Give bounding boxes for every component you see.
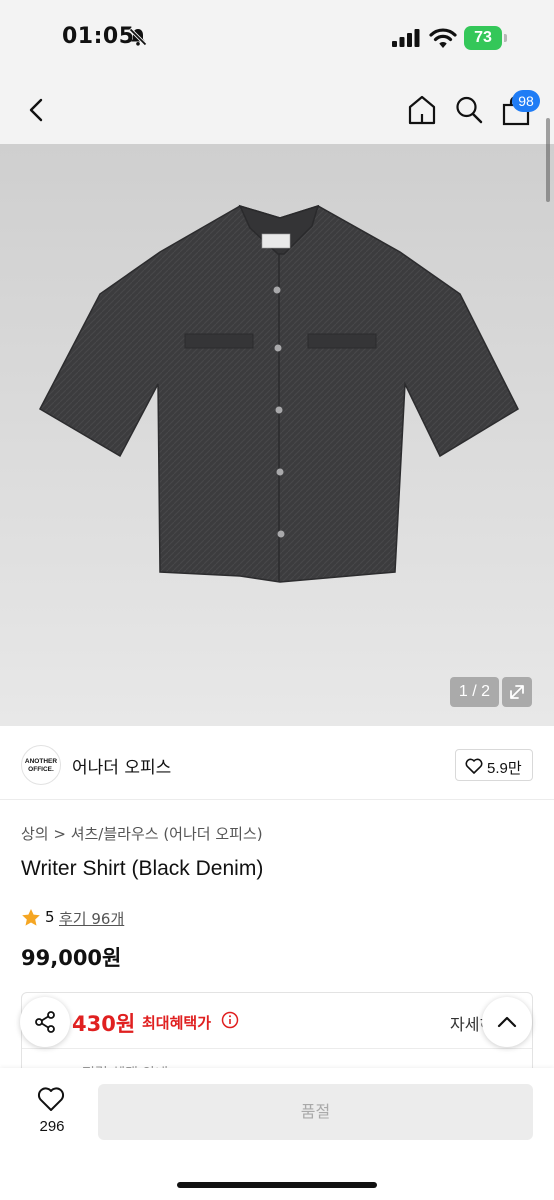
wishlist-count: 296 xyxy=(39,1118,65,1135)
battery-indicator: 73 xyxy=(464,26,508,50)
battery-level: 73 xyxy=(464,26,502,50)
brand-logo-line1: ANOTHER xyxy=(24,758,58,765)
home-icon[interactable] xyxy=(407,94,437,126)
signal-icon xyxy=(392,29,420,47)
expand-image-button[interactable] xyxy=(502,677,532,707)
share-icon xyxy=(35,1011,55,1033)
product-title: Writer Shirt (Black Denim) xyxy=(21,857,264,880)
brand-row: ANOTHER OFFICE. 어나더 오피스 5.9만 xyxy=(0,732,554,800)
brand-logo-line2: OFFICE. xyxy=(28,766,54,773)
chevron-up-icon xyxy=(497,1016,517,1028)
benefit-label: 최대혜택가 xyxy=(142,1014,212,1032)
home-indicator xyxy=(177,1182,377,1188)
brand-like-count: 5.9만 xyxy=(487,760,522,777)
page-scrollbar[interactable] xyxy=(546,118,550,202)
scroll-to-top-button[interactable] xyxy=(482,997,532,1047)
shirt-product-photo xyxy=(39,204,519,583)
star-icon xyxy=(22,909,40,926)
status-bar: 01:05 73 xyxy=(0,0,554,78)
sold-out-button[interactable]: 품절 xyxy=(98,1084,533,1140)
benefit-price: 430원 xyxy=(72,1012,136,1036)
wishlist-button[interactable]: 296 xyxy=(22,1084,82,1144)
expand-icon xyxy=(510,685,524,699)
battery-cap xyxy=(504,34,507,42)
heart-outline-icon xyxy=(465,758,483,774)
rating-value: 5 xyxy=(45,908,55,926)
info-icon[interactable] xyxy=(221,1011,239,1029)
benefit-divider xyxy=(22,1048,532,1049)
brand-logo[interactable]: ANOTHER OFFICE. xyxy=(21,745,61,785)
cart-count-badge[interactable]: 98 xyxy=(512,90,540,112)
share-button[interactable] xyxy=(20,997,70,1047)
product-price: 99,000원 xyxy=(21,946,122,970)
search-icon[interactable] xyxy=(454,94,484,126)
category-breadcrumb[interactable]: 상의 > 셔츠/블라우스 (어나더 오피스) xyxy=(21,823,263,844)
heart-outline-icon xyxy=(37,1087,65,1111)
image-page-counter: 1 / 2 xyxy=(450,677,499,707)
bell-muted-icon xyxy=(128,27,148,47)
brand-name-link[interactable]: 어나더 오피스 xyxy=(72,753,171,778)
back-chevron-icon[interactable] xyxy=(26,96,48,124)
status-time: 01:05 xyxy=(62,24,135,49)
wifi-icon xyxy=(429,28,457,48)
product-image-gallery[interactable]: 1 / 2 xyxy=(0,144,554,726)
bottom-purchase-bar: 296 품절 xyxy=(0,1068,554,1200)
brand-like-button[interactable]: 5.9만 xyxy=(455,749,533,781)
navigation-bar xyxy=(0,78,554,144)
review-count-link[interactable]: 후기 96개 xyxy=(59,908,124,929)
